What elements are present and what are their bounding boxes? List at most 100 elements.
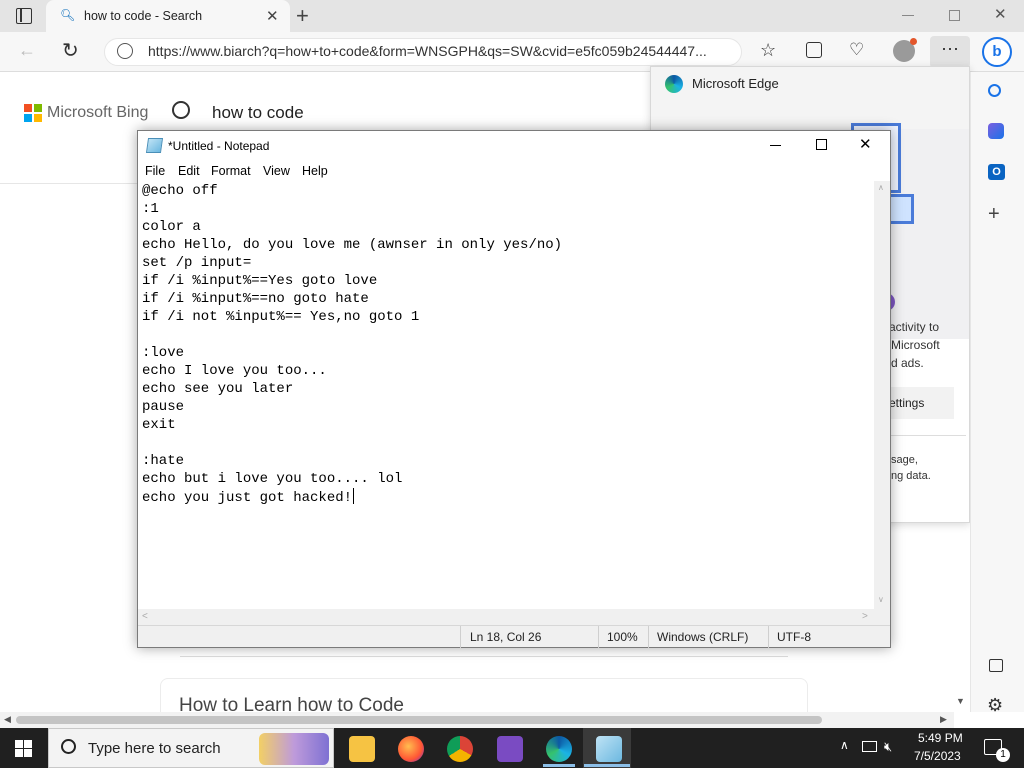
notepad-text-line: echo Hello, do you love me (awnser in on… [142,237,563,253]
visual-studio-icon[interactable] [497,736,523,762]
notepad-text-line: pause [142,399,185,415]
status-zoom: 100% [607,630,638,644]
new-tab-button[interactable]: + [296,3,309,29]
scroll-right-arrow[interactable]: ▶ [940,714,947,725]
bing-logo-text[interactable]: Microsoft Bing [47,104,148,122]
url-text[interactable]: https://www.biarch?q=how+to+code&form=WN… [148,43,723,59]
divider [886,435,966,436]
bing-copilot-icon[interactable]: b [982,37,1012,67]
flyout-text: ng data. [891,470,931,482]
notepad-text-line: echo I love you too... [142,363,327,379]
chrome-icon[interactable] [447,736,473,762]
notepad-status-bar: Ln 18, Col 26 100% Windows (CRLF) UTF-8 [138,625,890,648]
notepad-text-line: echo see you later [142,381,294,397]
sidebar-outlook-icon[interactable]: O [988,164,1005,180]
notepad-title-bar[interactable]: *Untitled - Notepad ✕ [138,131,890,161]
notepad-window: *Untitled - Notepad ✕ File Edit Format V… [137,130,891,648]
tray-date[interactable]: 7/5/2023 [914,749,961,763]
text-cursor [353,488,355,504]
notepad-maximize-button[interactable] [816,139,827,150]
notepad-text-area[interactable]: @echo off :1 color a echo Hello, do you lov… [142,182,877,612]
tray-overflow-chevron-icon[interactable]: ∧ [840,738,849,752]
file-explorer-icon[interactable] [349,736,375,762]
results-divider [180,656,788,657]
sidebar-settings-gear-icon[interactable]: ⚙ [987,695,1003,716]
close-window-button[interactable]: ✕ [994,5,1007,23]
scroll-down-arrow[interactable]: ∨ [878,595,884,604]
status-position: Ln 18, Col 26 [470,630,542,644]
minimize-window-button[interactable] [902,15,914,16]
tray-time[interactable]: 5:49 PM [918,731,963,745]
globe-icon [117,43,133,59]
notepad-text-line: echo you just got hacked! [142,488,355,506]
bing-search-icon[interactable] [172,101,190,119]
taskbar-search-icon [61,739,76,754]
tab-title: how to code - Search [84,9,203,23]
sidebar-tools-icon[interactable] [988,123,1004,139]
notepad-text-line: set /p input= [142,255,252,271]
notepad-active-indicator [584,764,630,767]
taskbar-search-box[interactable]: Type here to search [48,728,334,768]
network-icon[interactable] [862,741,877,752]
notepad-text-line [142,326,877,344]
page-scroll-down-arrow[interactable]: ▼ [956,696,965,706]
edge-logo-icon [665,75,683,93]
scroll-left-arrow[interactable]: ◀ [4,714,11,725]
flyout-text: d ads. [891,356,924,370]
performance-heart-icon[interactable]: ♡ [849,40,864,60]
firefox-icon[interactable] [398,736,424,762]
settings-button-label: ettings [889,396,925,410]
tab-actions-icon[interactable] [16,8,32,24]
menu-file[interactable]: File [145,164,165,178]
volume-muted-icon[interactable]: 🔇︎ [884,739,892,755]
notepad-text-line: exit [142,417,176,433]
status-encoding: UTF-8 [777,630,811,644]
scrollbar-thumb[interactable] [16,716,822,724]
edge-active-indicator [543,764,575,767]
sidebar-add-icon[interactable]: + [988,203,1000,226]
notepad-close-button[interactable]: ✕ [859,135,872,153]
flyout-settings-button[interactable]: ettings [886,387,954,419]
notepad-text-line: :1 [142,201,159,217]
status-line-ending: Windows (CRLF) [657,630,749,644]
menu-format[interactable]: Format [211,164,251,178]
flyout-text: activity to [889,320,940,334]
edge-taskbar-icon[interactable] [546,736,572,762]
taskbar-search-placeholder: Type here to search [88,740,221,757]
notepad-text-line: echo but i love you too.... lol [142,471,403,487]
menu-help[interactable]: Help [302,164,328,178]
settings-more-button[interactable]: ⋯ [930,36,970,68]
search-highlight-icon [259,733,329,765]
menu-edit[interactable]: Edit [178,164,200,178]
notepad-text-line: :hate [142,453,185,469]
collections-icon[interactable] [806,42,822,58]
bing-search-input[interactable]: how to code [212,103,304,123]
back-button[interactable]: ← [18,40,36,61]
flyout-text: sage, [891,454,918,466]
notepad-text-line: @echo off [142,183,218,199]
menu-view[interactable]: View [263,164,290,178]
notepad-title: *Untitled - Notepad [168,139,270,153]
scroll-up-arrow[interactable]: ∧ [878,183,884,192]
close-tab-icon[interactable]: ✕ [266,7,279,25]
notepad-minimize-button[interactable] [770,145,781,146]
refresh-button[interactable]: ↻ [62,38,79,63]
notepad-horizontal-scrollbar[interactable]: < > [138,609,890,625]
notepad-text-line: :love [142,345,185,361]
flyout-title: Microsoft Edge [692,76,779,91]
scroll-left-arrow[interactable]: < [142,611,148,622]
microsoft-logo-icon [24,104,42,122]
sidebar-layout-icon[interactable] [989,659,1003,672]
notepad-text-line: if /i not %input%== Yes,no goto 1 [142,309,420,325]
profile-notification-dot [910,38,917,45]
browser-tab[interactable]: 🔍︎ how to code - Search ✕ [46,0,290,32]
start-button[interactable] [15,740,32,757]
favorites-star-icon[interactable]: ☆ [760,40,776,61]
search-icon: 🔍︎ [60,8,76,22]
notepad-vertical-scrollbar[interactable]: ∧ ∨ [874,181,890,609]
scroll-right-arrow[interactable]: > [862,611,868,622]
notepad-text-line: color a [142,219,201,235]
restore-window-button[interactable] [949,10,960,21]
notepad-text-line [142,434,877,452]
sidebar-search-icon[interactable] [988,84,1001,97]
